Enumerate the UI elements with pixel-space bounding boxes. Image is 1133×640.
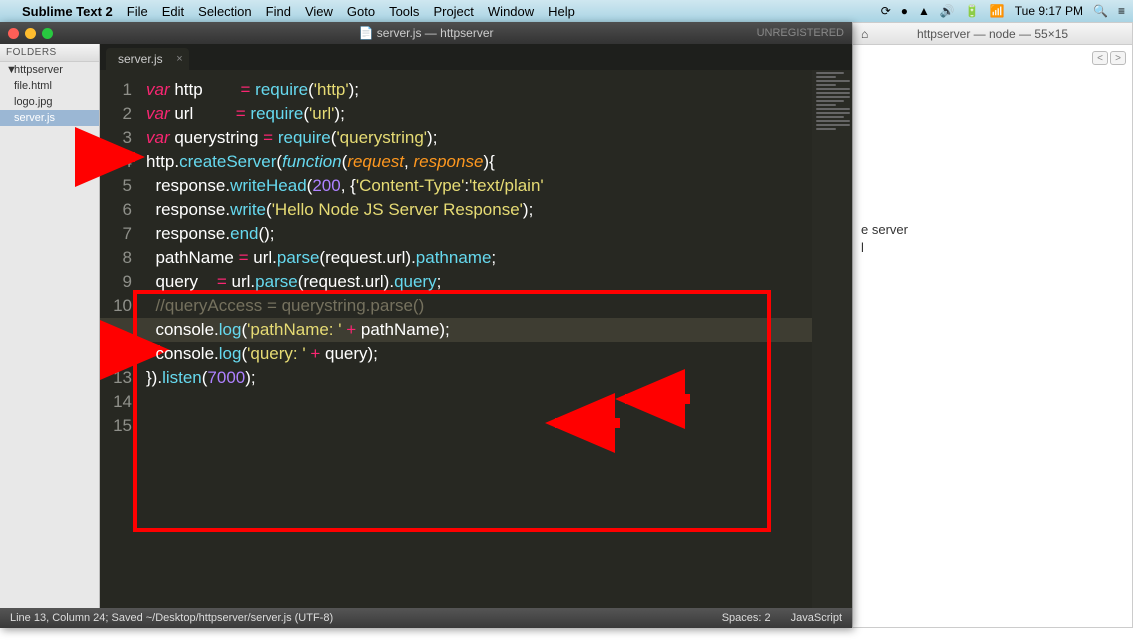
- code-content[interactable]: var http = require('http');var url = req…: [140, 70, 812, 608]
- sublime-titlebar[interactable]: 📄 server.js — httpserver UNREGISTERED: [0, 22, 852, 44]
- terminal-nav-buttons: < >: [1092, 51, 1126, 65]
- terminal-body[interactable]: e server l: [853, 45, 1132, 263]
- tab-serverjs[interactable]: server.js ×: [106, 48, 189, 70]
- sublime-window: 📄 server.js — httpserver UNREGISTERED FO…: [0, 22, 852, 628]
- terminal-fwd-button[interactable]: >: [1110, 51, 1126, 65]
- app-name[interactable]: Sublime Text 2: [22, 4, 113, 19]
- menu-view[interactable]: View: [305, 4, 333, 19]
- sidebar-header: FOLDERS: [0, 44, 99, 62]
- mac-menubar: Sublime Text 2 File Edit Selection Find …: [0, 0, 1133, 22]
- menu-help[interactable]: Help: [548, 4, 575, 19]
- spotlight-icon[interactable]: 🔍: [1093, 4, 1108, 18]
- window-title: 📄 server.js — httpserver: [0, 26, 852, 40]
- battery-icon[interactable]: 🔋: [965, 4, 980, 18]
- terminal-window[interactable]: ⌂ httpserver — node — 55×15 < > e server…: [852, 22, 1133, 628]
- editor-area: server.js × 123456789101112131415 var ht…: [100, 44, 852, 608]
- menu-window[interactable]: Window: [488, 4, 534, 19]
- code-editor[interactable]: 123456789101112131415 var http = require…: [100, 70, 852, 608]
- notification-icon[interactable]: ≡: [1118, 4, 1125, 18]
- menu-tools[interactable]: Tools: [389, 4, 419, 19]
- wifi-icon[interactable]: 📶: [990, 4, 1005, 18]
- menubar-status-icons: ⟳ ● ▲ 🔊 🔋 📶 Tue 9:17 PM 🔍 ≡: [881, 4, 1125, 18]
- clock[interactable]: Tue 9:17 PM: [1015, 4, 1083, 18]
- sync-icon[interactable]: ⟳: [881, 4, 891, 18]
- sidebar: FOLDERS ▼httpserver file.html logo.jpg s…: [0, 44, 100, 608]
- close-window-button[interactable]: [8, 28, 19, 39]
- sidebar-project[interactable]: ▼httpserver: [0, 62, 99, 78]
- status-left: Line 13, Column 24; Saved ~/Desktop/http…: [10, 612, 333, 624]
- terminal-back-button[interactable]: <: [1092, 51, 1108, 65]
- gdrive-icon[interactable]: ▲: [918, 4, 930, 18]
- unregistered-label: UNREGISTERED: [757, 27, 844, 39]
- status-language[interactable]: JavaScript: [791, 612, 842, 624]
- menu-find[interactable]: Find: [266, 4, 291, 19]
- status-spaces[interactable]: Spaces: 2: [722, 612, 771, 624]
- terminal-title: httpserver — node — 55×15: [853, 27, 1132, 41]
- status-bar: Line 13, Column 24; Saved ~/Desktop/http…: [0, 608, 852, 628]
- cloud-icon[interactable]: ●: [901, 4, 908, 18]
- sidebar-file-selected[interactable]: server.js: [0, 110, 99, 126]
- sidebar-file[interactable]: logo.jpg: [0, 94, 99, 110]
- terminal-titlebar[interactable]: ⌂ httpserver — node — 55×15: [853, 23, 1132, 45]
- menu-project[interactable]: Project: [433, 4, 473, 19]
- tab-bar: server.js ×: [100, 44, 852, 70]
- title-file-icon: 📄: [359, 26, 374, 40]
- minimize-window-button[interactable]: [25, 28, 36, 39]
- menu-edit[interactable]: Edit: [162, 4, 184, 19]
- zoom-window-button[interactable]: [42, 28, 53, 39]
- traffic-lights: [8, 28, 53, 39]
- menu-selection[interactable]: Selection: [198, 4, 251, 19]
- volume-icon[interactable]: 🔊: [940, 4, 955, 18]
- tab-label: server.js: [118, 52, 163, 66]
- terminal-line: l: [861, 239, 1124, 257]
- menu-file[interactable]: File: [127, 4, 148, 19]
- terminal-line: e server: [861, 221, 1124, 239]
- minimap[interactable]: [812, 70, 852, 608]
- sidebar-file[interactable]: file.html: [0, 78, 99, 94]
- tab-close-icon[interactable]: ×: [176, 53, 182, 65]
- menu-goto[interactable]: Goto: [347, 4, 375, 19]
